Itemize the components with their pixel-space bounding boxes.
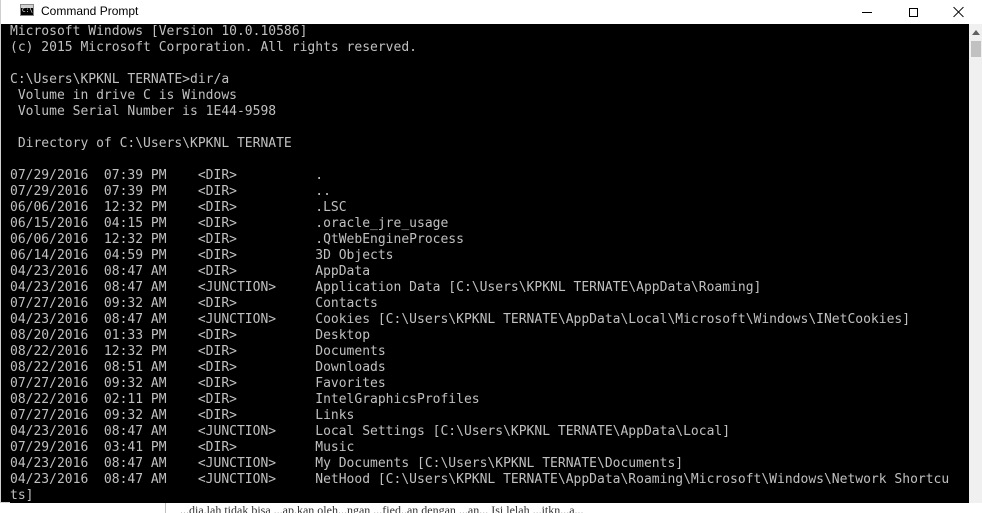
vertical-scrollbar[interactable]: [969, 24, 982, 503]
console-line: 07/29/2016 07:39 PM <DIR> .: [10, 168, 324, 183]
console-line: 08/20/2016 01:33 PM <DIR> Desktop: [10, 328, 371, 343]
console-line: C:\Users\KPKNL TERNATE>dir/a: [10, 72, 230, 87]
console-line: 04/23/2016 08:47 AM <JUNCTION> Applicati…: [10, 280, 762, 295]
console-line: 08/22/2016 02:11 PM <DIR> IntelGraphicsP…: [10, 392, 480, 407]
title-bar[interactable]: Command Prompt: [1, 0, 982, 24]
console-line: 06/06/2016 12:32 PM <DIR> .LSC: [10, 200, 347, 215]
console-app-icon[interactable]: [20, 4, 34, 16]
command-prompt-window: Command Prompt Microsoft Windows [Versio…: [0, 0, 982, 503]
console-line: 04/23/2016 08:47 AM <JUNCTION> Cookies […: [10, 312, 911, 327]
console-line: 07/27/2016 09:32 AM <DIR> Contacts: [10, 296, 378, 311]
console-line: 06/14/2016 04:59 PM <DIR> 3D Objects: [10, 248, 394, 263]
console-line: Directory of C:\Users\KPKNL TERNATE: [10, 136, 292, 151]
minimize-button[interactable]: [844, 0, 890, 24]
console-line: 08/22/2016 08:51 AM <DIR> Downloads: [10, 360, 386, 375]
console-line: (c) 2015 Microsoft Corporation. All righ…: [10, 40, 417, 55]
console-line: Volume Serial Number is 1E44-9598: [10, 104, 277, 119]
console-line: 04/23/2016 08:47 AM <DIR> AppData: [10, 264, 371, 279]
close-icon: [953, 6, 965, 18]
console-line: 04/23/2016 08:47 AM <JUNCTION> Local Set…: [10, 424, 731, 439]
console-line: 06/06/2016 12:32 PM <DIR> .QtWebEnginePr…: [10, 232, 464, 247]
maximize-icon: [908, 7, 918, 17]
console-line: 07/27/2016 09:32 AM <DIR> Links: [10, 408, 355, 423]
background-document-text: ...dia.lah tidak bisa ...ap.kan oleh...n…: [180, 505, 584, 513]
console-line: 07/29/2016 07:39 PM <DIR> ..: [10, 184, 331, 199]
console-line: 06/15/2016 04:15 PM <DIR> .oracle_jre_us…: [10, 216, 449, 231]
console-output[interactable]: Microsoft Windows [Version 10.0.10586] (c…: [10, 24, 969, 503]
console-line: 04/23/2016 08:47 AM <JUNCTION> My Docume…: [10, 456, 684, 471]
window-title: Command Prompt: [41, 4, 139, 18]
console-line: 04/23/2016 08:47 AM <JUNCTION> NetHood […: [10, 472, 950, 487]
background-document-rule: [165, 503, 166, 513]
scroll-up-arrow-icon[interactable]: [969, 24, 982, 41]
scroll-thumb[interactable]: [971, 41, 981, 57]
console-line: 07/29/2016 03:41 PM <DIR> Music: [10, 440, 355, 455]
console-line: ts]: [10, 488, 34, 503]
console-line: 08/22/2016 12:32 PM <DIR> Documents: [10, 344, 386, 359]
minimize-icon: [862, 11, 872, 13]
maximize-button[interactable]: [890, 0, 936, 24]
console-line: Microsoft Windows [Version 10.0.10586]: [10, 24, 308, 39]
console-line: Volume in drive C is Windows: [10, 88, 237, 103]
close-button[interactable]: [936, 0, 982, 24]
console-line: 07/27/2016 09:32 AM <DIR> Favorites: [10, 376, 386, 391]
